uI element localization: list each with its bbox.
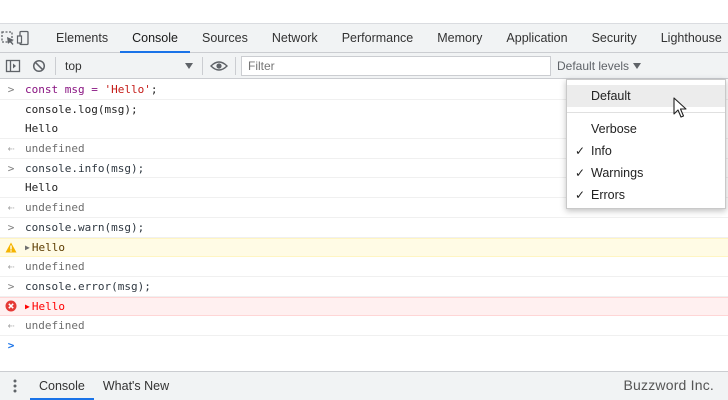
console-output-row: ⇠ undefined [0, 316, 728, 336]
output-return-icon: ⇠ [7, 260, 15, 274]
log-levels-menu: Default Verbose ✓ Info ✓ Warnings ✓ Erro… [566, 79, 726, 209]
console-output-row: ⇠ undefined [0, 257, 728, 277]
tab-security[interactable]: Security [580, 24, 649, 52]
output-text: undefined [25, 141, 85, 155]
browser-top-strip [0, 0, 728, 24]
expand-triangle-icon[interactable]: ▶ [25, 302, 30, 311]
input-code-text: console.info(msg); [25, 161, 145, 175]
output-text: undefined [25, 319, 85, 333]
warning-text: Hello [31, 240, 65, 254]
expand-triangle-icon[interactable]: ▶ [25, 243, 30, 252]
mouse-cursor-icon [673, 97, 687, 122]
tab-console[interactable]: Console [120, 24, 190, 53]
input-code: const msg = [25, 83, 104, 96]
input-code-text: const msg = [25, 82, 105, 96]
live-expression-icon[interactable] [206, 53, 232, 79]
output-text: undefined [25, 200, 85, 214]
toolbar-separator [235, 56, 236, 75]
more-vert-icon[interactable] [0, 372, 30, 400]
output-text: undefined [25, 260, 85, 274]
input-prompt-icon: > [7, 220, 15, 234]
tab-application[interactable]: Application [494, 24, 579, 52]
input-code-text: console.error(msg); [25, 279, 151, 293]
menu-item-label: Errors [591, 188, 626, 202]
error-text: Hello [31, 299, 65, 313]
tab-memory[interactable]: Memory [425, 24, 494, 52]
console-warning-row[interactable]: ▶ Hello [0, 237, 728, 258]
toolbar-separator [202, 56, 203, 75]
menu-item-info[interactable]: ✓ Info [567, 140, 725, 162]
output-return-icon: ⇠ [7, 319, 15, 333]
filter-input[interactable] [241, 55, 551, 76]
menu-item-label: Warnings [591, 166, 644, 180]
checkmark-icon: ✓ [575, 188, 586, 202]
tab-performance[interactable]: Performance [330, 24, 426, 52]
error-icon [0, 298, 22, 316]
input-code-tail: ; [150, 82, 158, 96]
drawer-tab-console[interactable]: Console [30, 372, 94, 400]
input-prompt-icon: > [7, 82, 15, 96]
log-text: console.log(msg); [25, 103, 138, 117]
console-toolbar: top Default levels [0, 53, 728, 79]
menu-separator [567, 112, 725, 113]
inspect-element-icon[interactable] [0, 24, 16, 52]
context-value: top [65, 58, 82, 73]
input-code-text: console.warn(msg); [25, 220, 145, 234]
dropdown-arrow-icon [633, 62, 642, 69]
watermark: Buzzword Inc. [623, 377, 714, 393]
checkmark-icon: ✓ [575, 166, 586, 180]
context-selector[interactable]: top [59, 56, 199, 76]
tab-sources[interactable]: Sources [190, 24, 260, 52]
clear-console-icon[interactable] [26, 53, 52, 79]
menu-item-label: Info [591, 144, 612, 158]
toolbar-separator [55, 56, 56, 75]
console-error-row[interactable]: ▶ Hello [0, 296, 728, 317]
tab-lighthouse[interactable]: Lighthouse [649, 24, 728, 52]
checkmark-icon: ✓ [575, 144, 586, 158]
device-toolbar-icon[interactable] [16, 24, 32, 52]
output-return-icon: ⇠ [7, 141, 15, 155]
log-text: Hello [25, 122, 59, 136]
drawer-tabbar: Console What's New Buzzword Inc. [0, 371, 728, 400]
tab-elements[interactable]: Elements [44, 24, 120, 52]
dropdown-arrow-icon [185, 62, 193, 69]
console-input-row: > console.warn(msg); [0, 218, 728, 238]
devtools-tabbar: Elements Console Sources Network Performance… [0, 24, 728, 53]
devtools-tabs: Elements Console Sources Network Performance… [44, 24, 728, 53]
menu-item-label: Verbose [591, 122, 637, 136]
show-sidebar-icon[interactable] [0, 53, 26, 79]
warning-icon [0, 239, 22, 257]
log-levels-dropdown[interactable]: Default levels [557, 58, 642, 73]
tab-network[interactable]: Network [260, 24, 330, 52]
menu-item-default[interactable]: Default [567, 85, 725, 107]
log-levels-label: Default levels [557, 58, 630, 73]
input-prompt-icon: > [7, 161, 15, 175]
console-prompt-row[interactable]: > [0, 336, 728, 356]
log-text: Hello [25, 181, 59, 195]
drawer-tab-whats-new[interactable]: What's New [94, 372, 178, 400]
menu-item-errors[interactable]: ✓ Errors [567, 184, 725, 206]
menu-item-verbose[interactable]: Verbose [567, 118, 725, 140]
string-literal: 'Hello' [104, 82, 151, 96]
console-input-row: > console.error(msg); [0, 277, 728, 297]
input-prompt-icon: > [7, 279, 15, 293]
prompt-chevron-icon: > [7, 339, 15, 353]
menu-item-label: Default [591, 89, 631, 103]
menu-item-warnings[interactable]: ✓ Warnings [567, 162, 725, 184]
output-return-icon: ⇠ [7, 200, 15, 214]
